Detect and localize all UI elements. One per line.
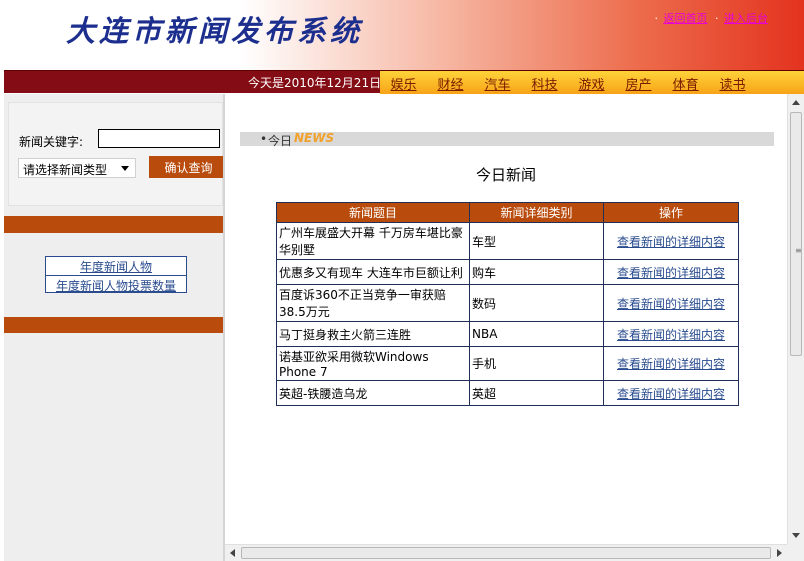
- scroll-right-icon[interactable]: [777, 549, 782, 557]
- table-row: 优惠多又有现车 大连车市巨额让利 购车 查看新闻的详细内容: [276, 259, 739, 285]
- site-logo: 大连市新闻发布系统: [66, 14, 364, 48]
- chevron-down-icon: [121, 166, 129, 171]
- horizontal-scroll-thumb[interactable]: [241, 547, 771, 559]
- table-row: 英超-铁腰造乌龙 英超 查看新闻的详细内容: [276, 380, 739, 406]
- view-detail-link[interactable]: 查看新闻的详细内容: [617, 387, 725, 401]
- news-title: 诺基亚欲采用微软Windows Phone 7: [276, 346, 470, 381]
- header-action: 操作: [603, 202, 739, 223]
- nav-item-realestate[interactable]: 房产: [615, 71, 662, 94]
- query-button[interactable]: 确认查询: [149, 156, 228, 178]
- admin-link[interactable]: 进入后台: [724, 12, 768, 25]
- sidebar: 新闻关键字: 请选择新闻类型 确认查询 年度新闻人物 年度新闻人物投票数量: [4, 94, 228, 561]
- table-row: 广州车展盛大开幕 千万房车堪比豪华别墅 车型 查看新闻的详细内容: [276, 222, 739, 260]
- news-category: 手机: [469, 346, 604, 381]
- today-news-bar: • 今日 NEWS: [240, 131, 774, 148]
- bullet: ·: [654, 12, 659, 25]
- nav-item-finance[interactable]: 财经: [427, 71, 474, 94]
- news-category: 英超: [469, 380, 604, 406]
- header-title: 新闻题目: [276, 202, 470, 223]
- search-panel: 新闻关键字: 请选择新闻类型 确认查询: [8, 102, 228, 206]
- top-links: · 返回首页 · 进入后台: [655, 10, 773, 26]
- nav-item-books[interactable]: 读书: [709, 71, 756, 94]
- scrollbar-corner: [787, 544, 804, 561]
- scroll-up-icon[interactable]: [792, 100, 800, 105]
- date-text: 今天是2010年12月21日: [248, 76, 382, 90]
- table-row: 马丁挺身救主火箭三连胜 NBA 查看新闻的详细内容: [276, 321, 739, 347]
- bullet: ·: [715, 12, 719, 25]
- annual-people-link[interactable]: 年度新闻人物: [46, 257, 186, 275]
- header-category: 新闻详细类别: [469, 202, 604, 223]
- news-title: 英超-铁腰造乌龙: [276, 380, 470, 406]
- news-title: 百度诉360不正当竞争一审获赔38.5万元: [276, 284, 470, 322]
- news-category: 数码: [469, 284, 604, 322]
- view-detail-link[interactable]: 查看新闻的详细内容: [617, 235, 725, 249]
- vertical-scroll-thumb[interactable]: ≡: [790, 112, 802, 356]
- sidebar-links: 年度新闻人物 年度新闻人物投票数量: [45, 256, 187, 293]
- page-title: 今日新闻: [475, 166, 536, 184]
- table-row: 诺基亚欲采用微软Windows Phone 7 手机 查看新闻的详细内容: [276, 346, 739, 381]
- news-type-select-value: 请选择新闻类型: [23, 163, 108, 177]
- main-content: • 今日 NEWS 今日新闻 新闻题目 新闻详细类别 操作 广州车展盛大开幕 千…: [225, 94, 787, 544]
- news-type-select[interactable]: 请选择新闻类型: [18, 158, 136, 178]
- nav-item-tech[interactable]: 科技: [521, 71, 568, 94]
- view-detail-link[interactable]: 查看新闻的详细内容: [617, 297, 725, 311]
- home-link[interactable]: 返回首页: [664, 12, 708, 25]
- scroll-down-icon[interactable]: [792, 533, 800, 538]
- table-row: 百度诉360不正当竞争一审获赔38.5万元 数码 查看新闻的详细内容: [276, 284, 739, 322]
- sidebar-divider-bar: [4, 216, 223, 233]
- table-header-row: 新闻题目 新闻详细类别 操作: [276, 202, 739, 223]
- header: 大连市新闻发布系统 · 返回首页 · 进入后台: [0, 0, 804, 70]
- scroll-left-icon[interactable]: [230, 549, 235, 557]
- news-table: 新闻题目 新闻详细类别 操作 广州车展盛大开幕 千万房车堪比豪华别墅 车型 查看…: [276, 202, 739, 406]
- news-category: NBA: [469, 321, 604, 347]
- news-label: NEWS: [294, 131, 335, 145]
- sidebar-divider-bar: [4, 317, 223, 333]
- news-title: 马丁挺身救主火箭三连胜: [276, 321, 470, 347]
- keyword-input[interactable]: [98, 129, 220, 148]
- horizontal-scrollbar[interactable]: [225, 544, 787, 561]
- nav-item-entertainment[interactable]: 娱乐: [380, 71, 427, 94]
- view-detail-link[interactable]: 查看新闻的详细内容: [617, 266, 725, 280]
- news-title: 广州车展盛大开幕 千万房车堪比豪华别墅: [276, 222, 470, 260]
- nav-item-games[interactable]: 游戏: [568, 71, 615, 94]
- nav-item-auto[interactable]: 汽车: [474, 71, 521, 94]
- view-detail-link[interactable]: 查看新闻的详细内容: [617, 328, 725, 342]
- navbar: 今天是2010年12月21日 娱乐 财经 汽车 科技 游戏 房产 体育 读书: [4, 70, 804, 94]
- news-title: 优惠多又有现车 大连车市巨额让利: [276, 259, 470, 285]
- nav-item-sports[interactable]: 体育: [662, 71, 709, 94]
- news-category: 购车: [469, 259, 604, 285]
- news-category: 车型: [469, 222, 604, 260]
- page: 大连市新闻发布系统 · 返回首页 · 进入后台 今天是2010年12月21日 娱…: [0, 0, 804, 561]
- grip-icon: ≡: [795, 246, 802, 255]
- nav-menu: 娱乐 财经 汽车 科技 游戏 房产 体育 读书: [380, 71, 804, 94]
- today-label: 今日: [268, 134, 293, 148]
- today-bullet: •: [260, 132, 268, 146]
- annual-votes-link[interactable]: 年度新闻人物投票数量: [46, 275, 186, 293]
- view-detail-link[interactable]: 查看新闻的详细内容: [617, 357, 725, 371]
- keyword-label: 新闻关键字:: [19, 135, 84, 149]
- vertical-scrollbar[interactable]: ≡: [787, 94, 804, 544]
